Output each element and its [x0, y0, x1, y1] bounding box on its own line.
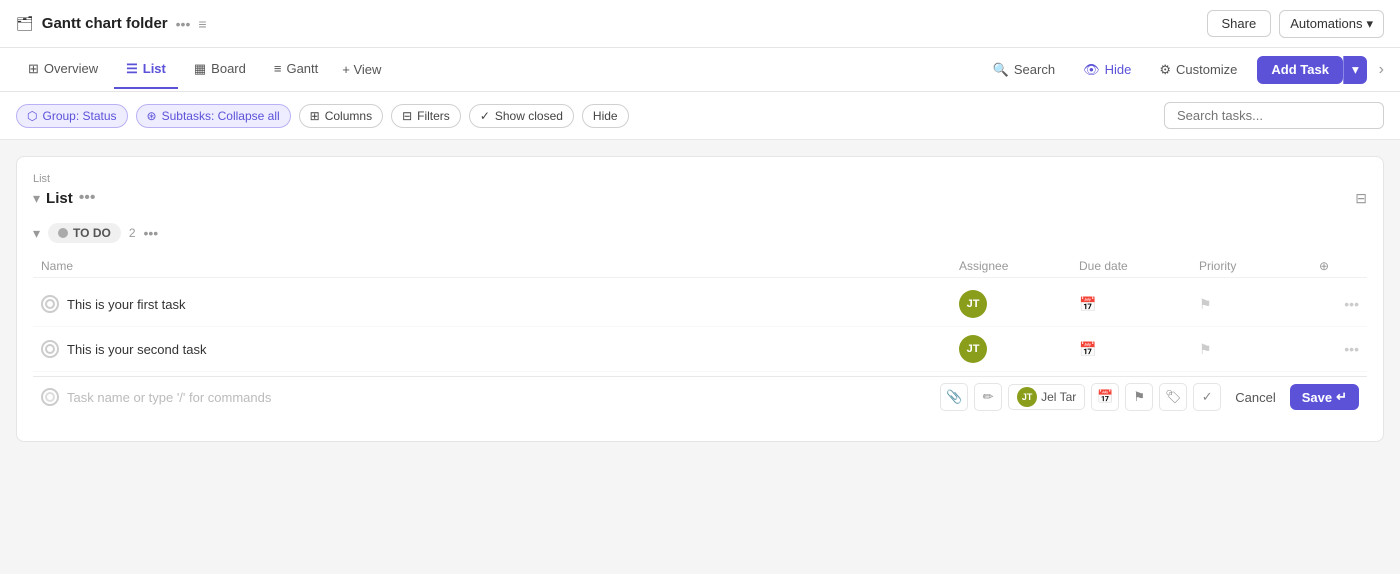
list-title: List [46, 190, 73, 207]
list-title-left: ▾ List ••• [33, 189, 96, 207]
status-more-icon[interactable]: ••• [144, 225, 159, 241]
nav-tabs: ⊞ Overview ☰ List ▦ Board ≡ Gantt + View [16, 51, 389, 89]
top-bar-more[interactable]: ••• [176, 16, 191, 32]
task-table-header: Name Assignee Due date Priority ⊕ [33, 255, 1367, 278]
nav-bar: ⊞ Overview ☰ List ▦ Board ≡ Gantt + View… [0, 48, 1400, 92]
task-name-cell: This is your first task [41, 295, 959, 313]
columns-button[interactable]: ⊞ Columns [299, 104, 383, 128]
columns-icon: ⊞ [310, 109, 320, 123]
due-date-cell-2[interactable]: 📅 [1079, 341, 1199, 358]
tab-overview[interactable]: ⊞ Overview [16, 51, 110, 89]
search-button[interactable]: 🔍 Search [985, 57, 1063, 83]
save-enter-icon: ↵ [1336, 389, 1347, 405]
show-closed-icon: ✓ [480, 109, 490, 123]
assignee-cell-2[interactable]: JT [959, 335, 1079, 363]
task-table: This is your first task JT 📅 ⚑ ••• [33, 282, 1367, 417]
task-more-2[interactable]: ••• [1319, 341, 1359, 357]
status-dot [58, 228, 68, 238]
task-checkbox-2[interactable] [41, 340, 59, 358]
collapse-right-icon[interactable]: ⊟ [1355, 190, 1367, 207]
new-task-input[interactable] [67, 390, 940, 405]
add-task-button[interactable]: Add Task [1257, 56, 1343, 84]
filter-icon: ⊟ [402, 109, 412, 123]
new-task-right: 📎 ✏ JT Jel Tar 📅 ⚑ 🏷 ✓ Cancel Save [940, 383, 1359, 411]
top-bar: 🗂 Gantt chart folder ••• ≡ Share Automat… [0, 0, 1400, 48]
status-count: 2 [129, 226, 136, 240]
nav-more-button[interactable]: › [1379, 61, 1384, 79]
due-date-cell-1[interactable]: 📅 [1079, 296, 1199, 313]
priority-cell-1[interactable]: ⚑ [1199, 296, 1319, 313]
gantt-icon: ≡ [274, 61, 282, 76]
list-collapse-icon[interactable]: ▾ [33, 190, 40, 207]
folder-icon: 🗂 [16, 15, 34, 32]
table-row: This is your second task JT 📅 ⚑ ••• [33, 327, 1367, 372]
list-label: List [33, 173, 1367, 185]
list-icon: ☰ [126, 61, 138, 77]
status-chevron-icon[interactable]: ▾ [33, 225, 40, 242]
assignee-avatar: JT [1017, 387, 1037, 407]
automations-button[interactable]: Automations ▾ [1279, 10, 1384, 38]
task-name-1: This is your first task [67, 297, 185, 312]
nav-right: 🔍 Search 👁 Hide ⚙ Customize Add Task ▾ › [985, 56, 1384, 84]
overview-icon: ⊞ [28, 61, 39, 77]
board-icon: ▦ [194, 61, 206, 77]
attachment-icon[interactable]: 📎 [940, 383, 968, 411]
toolbar: ⬡ Group: Status ⊛ Subtasks: Collapse all… [0, 92, 1400, 140]
hide-icon: 👁 [1083, 62, 1100, 78]
customize-button[interactable]: ⚙ Customize [1151, 57, 1245, 83]
priority-cell-2[interactable]: ⚑ [1199, 341, 1319, 358]
flag-icon[interactable]: ⚑ [1125, 383, 1153, 411]
group-status-chip[interactable]: ⬡ Group: Status [16, 104, 128, 128]
edit-icon[interactable]: ✏ [974, 383, 1002, 411]
list-title-row: ▾ List ••• ⊟ [33, 189, 1367, 207]
list-container: List ▾ List ••• ⊟ ▾ TO DO 2 ••• Nam [16, 156, 1384, 442]
avatar-2: JT [959, 335, 987, 363]
hide-button[interactable]: 👁 Hide [1075, 57, 1139, 83]
share-button[interactable]: Share [1207, 10, 1272, 37]
subtasks-chip[interactable]: ⊛ Subtasks: Collapse all [136, 104, 291, 128]
add-view-button[interactable]: + View [334, 52, 389, 87]
search-icon: 🔍 [993, 62, 1009, 78]
layers-icon: ⬡ [27, 109, 37, 123]
toolbar-left: ⬡ Group: Status ⊛ Subtasks: Collapse all… [16, 104, 629, 128]
customize-icon: ⚙ [1159, 62, 1171, 78]
table-row: This is your first task JT 📅 ⚑ ••• [33, 282, 1367, 327]
search-tasks-input[interactable] [1164, 102, 1384, 129]
check-icon[interactable]: ✓ [1193, 383, 1221, 411]
top-bar-right: Share Automations ▾ [1207, 10, 1385, 38]
status-section: ▾ TO DO 2 ••• Name Assignee Due date Pri… [33, 223, 1367, 417]
add-column-icon[interactable]: ⊕ [1319, 259, 1359, 273]
task-name-cell-2: This is your second task [41, 340, 959, 358]
automations-chevron-icon: ▾ [1366, 16, 1373, 32]
due-date-icon[interactable]: 📅 [1091, 383, 1119, 411]
filters-button[interactable]: ⊟ Filters [391, 104, 461, 128]
subtasks-icon: ⊛ [147, 109, 157, 123]
top-bar-left: 🗂 Gantt chart folder ••• ≡ [16, 15, 207, 32]
cancel-button[interactable]: Cancel [1227, 386, 1283, 409]
assignee-chip[interactable]: JT Jel Tar [1008, 384, 1085, 410]
task-checkbox-1[interactable] [41, 295, 59, 313]
top-bar-menu[interactable]: ≡ [198, 16, 206, 32]
new-task-row: 📎 ✏ JT Jel Tar 📅 ⚑ 🏷 ✓ Cancel Save [33, 376, 1367, 417]
hide-toolbar-button[interactable]: Hide [582, 104, 629, 128]
avatar-1: JT [959, 290, 987, 318]
assignee-cell-1[interactable]: JT [959, 290, 1079, 318]
status-badge: TO DO [48, 223, 121, 243]
tab-list[interactable]: ☰ List [114, 51, 178, 89]
add-task-dropdown[interactable]: ▾ [1343, 56, 1367, 84]
tab-board[interactable]: ▦ Board [182, 51, 258, 89]
tab-gantt[interactable]: ≡ Gantt [262, 51, 330, 88]
show-closed-button[interactable]: ✓ Show closed [469, 104, 574, 128]
task-name-2: This is your second task [67, 342, 206, 357]
main-content: List ▾ List ••• ⊟ ▾ TO DO 2 ••• Nam [0, 140, 1400, 574]
new-task-left [41, 388, 940, 406]
save-button[interactable]: Save ↵ [1290, 384, 1359, 410]
task-more-1[interactable]: ••• [1319, 296, 1359, 312]
add-task-wrap: Add Task ▾ [1257, 56, 1366, 84]
tag-icon[interactable]: 🏷 [1159, 383, 1187, 411]
new-task-checkbox[interactable] [41, 388, 59, 406]
list-more-icon[interactable]: ••• [79, 189, 96, 207]
status-header: ▾ TO DO 2 ••• [33, 223, 1367, 243]
folder-title: Gantt chart folder [42, 15, 168, 32]
